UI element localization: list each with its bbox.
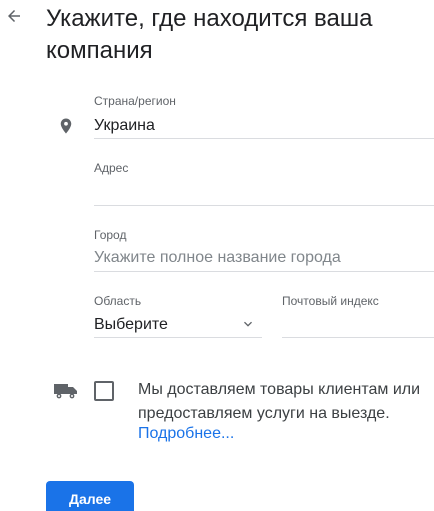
country-label: Страна/регион bbox=[94, 94, 176, 108]
delivery-checkbox[interactable] bbox=[94, 381, 114, 401]
delivery-description: Мы доставляем товары клиентам или предос… bbox=[138, 381, 421, 422]
learn-more-link[interactable]: Подробнее... bbox=[138, 424, 234, 444]
postal-code-underline bbox=[282, 337, 434, 338]
country-underline bbox=[94, 138, 434, 139]
page-title: Укажите, где находится ваша компания bbox=[46, 5, 373, 64]
business-location-page: Укажите, где находится ваша компания Стр… bbox=[0, 0, 434, 511]
truck-icon bbox=[54, 384, 77, 399]
address-underline bbox=[94, 205, 434, 206]
next-button[interactable]: Далее bbox=[46, 481, 134, 511]
arrow-back-icon bbox=[8, 10, 20, 22]
postal-code-input[interactable] bbox=[282, 315, 434, 337]
city-input[interactable]: Укажите полное название города bbox=[94, 248, 434, 268]
address-input[interactable] bbox=[94, 181, 434, 203]
region-select[interactable]: Выберите bbox=[94, 315, 262, 335]
region-underline bbox=[94, 337, 262, 338]
chevron-down-icon[interactable] bbox=[240, 316, 256, 332]
address-label: Адрес bbox=[94, 161, 129, 175]
postal-code-label: Почтовый индекс bbox=[282, 294, 379, 308]
back-button[interactable] bbox=[0, 2, 28, 30]
region-label: Область bbox=[94, 294, 142, 308]
city-label: Город bbox=[94, 228, 127, 242]
location-pin-icon bbox=[60, 118, 72, 134]
country-field[interactable]: Украина bbox=[94, 116, 155, 136]
city-underline bbox=[94, 271, 434, 272]
